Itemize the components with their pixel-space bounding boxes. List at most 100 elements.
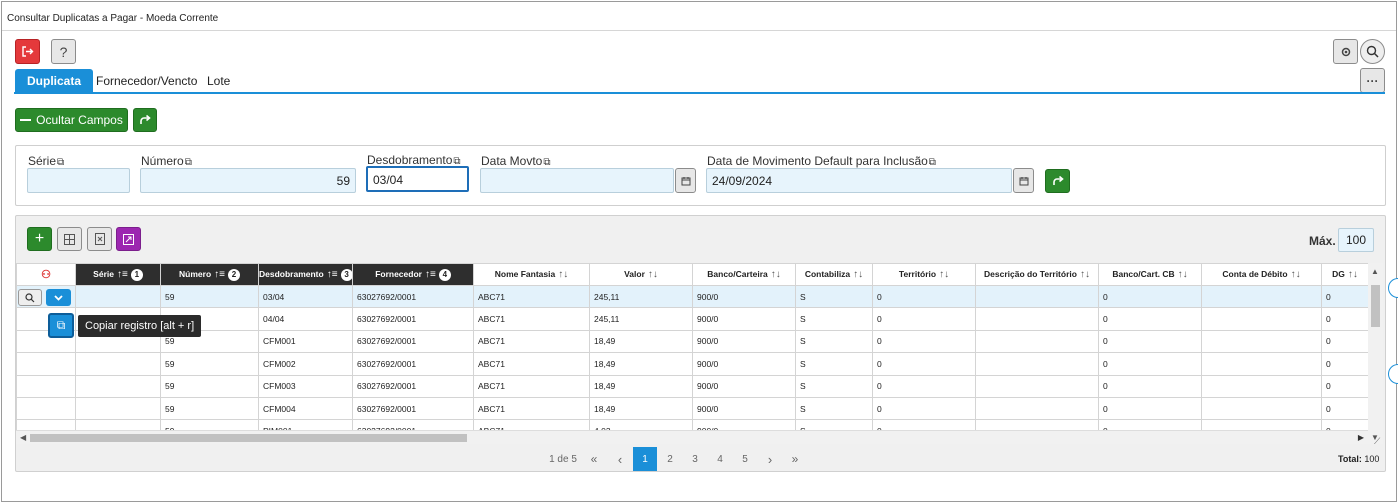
cell-contabiliza: S xyxy=(795,374,873,398)
copy-record-button[interactable]: ⧉ xyxy=(48,313,74,338)
page-4-button[interactable]: 4 xyxy=(712,448,728,470)
help-button[interactable]: ? xyxy=(51,39,76,64)
table-row[interactable]: 59 CFM001 63027692/0001 ABC71 18,49 900/… xyxy=(16,329,1369,354)
header-territorio[interactable]: Território ↑↓ xyxy=(872,263,976,286)
header-conta-debito[interactable]: Conta de Débito ↑↓ xyxy=(1201,263,1322,286)
vertical-scroll-thumb[interactable] xyxy=(1371,285,1380,327)
cell-fornecedor: 63027692/0001 xyxy=(352,284,474,309)
data-movto-input[interactable] xyxy=(480,168,674,193)
cell-territorio: 0 xyxy=(872,396,976,421)
columns-button[interactable] xyxy=(57,227,82,251)
serie-input[interactable] xyxy=(27,168,130,193)
header-descricao-territorio[interactable]: Descrição do Território ↑↓ xyxy=(975,263,1099,286)
cell-descricao-territorio xyxy=(975,284,1099,309)
cell-territorio: 0 xyxy=(872,374,976,398)
data-default-calendar-button[interactable] xyxy=(1013,168,1034,193)
header-filter[interactable]: ⚇ xyxy=(16,263,76,286)
sort-icon: ↑↓ xyxy=(770,269,781,280)
cell-nome-fantasia: ABC71 xyxy=(473,374,590,398)
scroll-up-icon[interactable]: ▲ xyxy=(1371,267,1379,276)
header-valor[interactable]: Valor ↑↓ xyxy=(589,263,693,286)
header-desdobramento[interactable]: Desdobramento ↑≡ 3 xyxy=(258,263,353,286)
page-3-button[interactable]: 3 xyxy=(687,448,703,470)
scroll-left-icon[interactable]: ◀ xyxy=(20,433,26,442)
page-5-button[interactable]: 5 xyxy=(737,448,753,470)
settings-button[interactable] xyxy=(1333,39,1358,64)
exit-button[interactable] xyxy=(15,39,40,64)
row-search-button[interactable] xyxy=(18,289,42,307)
tab-lote[interactable]: Lote xyxy=(207,69,230,92)
cell-banco-cart-cb: 0 xyxy=(1098,396,1202,421)
header-numero[interactable]: Número ↑≡ 2 xyxy=(160,263,259,286)
scroll-right-icon[interactable]: ▶ xyxy=(1358,433,1364,442)
cell-valor: 18,49 xyxy=(589,374,693,398)
page-2-button[interactable]: 2 xyxy=(662,448,678,470)
max-rows-input[interactable]: 100 xyxy=(1338,228,1374,252)
cell-fornecedor: 63027692/0001 xyxy=(352,396,474,421)
numero-input[interactable]: 59 xyxy=(140,168,356,193)
add-record-button[interactable]: + xyxy=(27,227,52,251)
forward-button[interactable] xyxy=(133,108,157,132)
exit-icon xyxy=(22,46,34,57)
data-default-label: Data de Movimento Default para Inclusão⧉ xyxy=(707,154,936,168)
vertical-scrollbar[interactable]: ▲ ▼ xyxy=(1368,263,1383,444)
sort-icon: ↑↓ xyxy=(1177,269,1188,280)
cell-conta-debito xyxy=(1201,329,1322,354)
table-row[interactable]: 59 CFM003 63027692/0001 ABC71 18,49 900/… xyxy=(16,374,1369,398)
excel-icon xyxy=(94,233,105,245)
horizontal-scrollbar[interactable]: ◀ ▶ xyxy=(16,430,1368,444)
cell-dg: 0 xyxy=(1321,307,1369,331)
tooltip-text: Copiar registro [alt + r] xyxy=(78,314,202,337)
data-movto-calendar-button[interactable] xyxy=(675,168,696,193)
page-1-button[interactable]: 1 xyxy=(633,447,657,471)
horizontal-scroll-thumb[interactable] xyxy=(30,434,467,442)
cell-desdobramento: CFM003 xyxy=(258,374,353,398)
search-button[interactable] xyxy=(1360,39,1385,64)
cell-conta-debito xyxy=(1201,352,1322,376)
more-options-button[interactable]: ··· xyxy=(1360,68,1385,93)
header-dg[interactable]: DG ↑↓ xyxy=(1321,263,1369,286)
cell-descricao-territorio xyxy=(975,374,1099,398)
sort-order-badge: 2 xyxy=(227,268,240,281)
apply-filter-button[interactable] xyxy=(1045,169,1070,193)
expand-button[interactable] xyxy=(116,227,141,251)
header-banco-carteira[interactable]: Banco/Carteira ↑↓ xyxy=(692,263,796,286)
data-movto-label: Data Movto⧉ xyxy=(481,154,551,168)
cell-nome-fantasia: ABC71 xyxy=(473,307,590,331)
row-expand-button[interactable] xyxy=(46,289,72,307)
hide-fields-button[interactable]: Ocultar Campos xyxy=(15,108,128,132)
table-row[interactable]: 59 03/04 63027692/0001 ABC71 245,11 900/… xyxy=(16,284,1369,309)
cell-numero: 59 xyxy=(160,374,259,398)
table-row[interactable]: 59 04/04 63027692/0001 ABC71 245,11 900/… xyxy=(16,307,1369,331)
page-info: 1 de 5 xyxy=(549,453,577,465)
window-titlebar: Consultar Duplicatas a Pagar - Moeda Cor… xyxy=(2,2,1396,31)
header-serie[interactable]: Série ↑≡ 1 xyxy=(75,263,161,286)
prev-page-button[interactable]: ‹ xyxy=(612,448,628,470)
table-row[interactable]: 59 CFM004 63027692/0001 ABC71 18,49 900/… xyxy=(16,396,1369,421)
cell-banco-carteira: 900/0 xyxy=(692,284,796,309)
cell-valor: 18,49 xyxy=(589,352,693,376)
cell-numero: 59 xyxy=(160,352,259,376)
cell-banco-carteira: 900/0 xyxy=(692,352,796,376)
forward-arrow-icon xyxy=(1052,175,1064,185)
copy-record-tooltip: ⧉ Copiar registro [alt + r] xyxy=(48,313,202,338)
first-page-button[interactable]: « xyxy=(586,448,602,470)
tab-fornecedor-vencto[interactable]: Fornecedor/Vencto xyxy=(96,69,197,92)
tab-duplicata[interactable]: Duplicata xyxy=(15,69,94,92)
resize-handle-icon[interactable]: ⟋ xyxy=(1374,436,1380,447)
cell-fornecedor: 63027692/0001 xyxy=(352,329,474,354)
header-fornecedor[interactable]: Fornecedor ↑≡ 4 xyxy=(352,263,474,286)
header-contabiliza[interactable]: Contabiliza ↑↓ xyxy=(795,263,873,286)
data-default-input[interactable]: 24/09/2024 xyxy=(706,168,1012,193)
table-row[interactable]: 59 CFM002 63027692/0001 ABC71 18,49 900/… xyxy=(16,352,1369,376)
last-page-button[interactable]: » xyxy=(787,448,803,470)
export-excel-button[interactable] xyxy=(87,227,112,251)
header-nome-fantasia[interactable]: Nome Fantasia ↑↓ xyxy=(473,263,590,286)
cell-fornecedor: 63027692/0001 xyxy=(352,307,474,331)
calendar-icon xyxy=(1019,176,1028,185)
next-page-button[interactable]: › xyxy=(762,448,778,470)
header-banco-cart-cb[interactable]: Banco/Cart. CB ↑↓ xyxy=(1098,263,1202,286)
desdobramento-input[interactable]: 03/04 xyxy=(366,166,469,192)
cell-banco-cart-cb: 0 xyxy=(1098,352,1202,376)
cell-valor: 245,11 xyxy=(589,284,693,309)
